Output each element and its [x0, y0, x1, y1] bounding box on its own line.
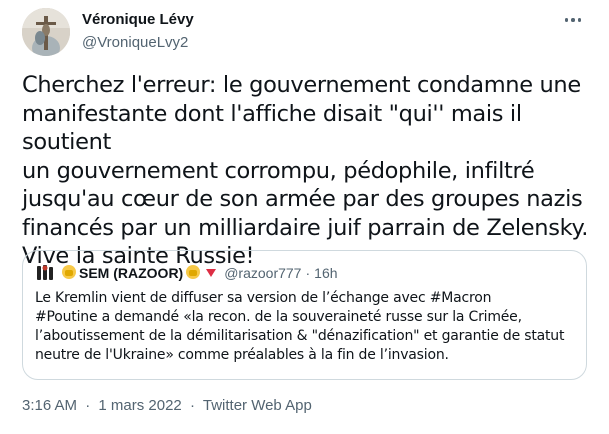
- fist-emoji-icon: [185, 264, 201, 283]
- author-display-name[interactable]: Véronique Lévy: [82, 10, 194, 30]
- author-block: Véronique Lévy @VroniqueLvy2: [82, 10, 194, 53]
- quoted-separator: ·: [305, 265, 311, 281]
- quoted-avatar[interactable]: [35, 263, 55, 283]
- avatar[interactable]: [22, 8, 70, 56]
- tweet-source[interactable]: Twitter Web App: [203, 397, 312, 414]
- quoted-tweet-header: SEM (RAZOOR) @razoor777 · 16h: [35, 263, 338, 283]
- tweet-metadata: 3:16 AM · 1 mars 2022 · Twitter Web App: [22, 396, 312, 416]
- meta-separator: ·: [189, 397, 195, 414]
- meta-separator: ·: [85, 397, 91, 414]
- tweet-time[interactable]: 3:16 AM: [22, 397, 77, 414]
- quoted-author-name-text: SEM (RAZOOR): [79, 265, 184, 281]
- author-handle[interactable]: @VroniqueLvy2: [82, 33, 194, 53]
- red-triangle-down-icon: [205, 265, 217, 281]
- more-options-button[interactable]: [559, 10, 587, 30]
- quoted-avatar-icon: [37, 265, 53, 280]
- quoted-tweet[interactable]: SEM (RAZOOR) @razoor777 · 16h Le Kremlin…: [22, 250, 587, 380]
- tweet-text: Cherchez l'erreur: le gouvernement conda…: [22, 72, 589, 269]
- tweet: Véronique Lévy @VroniqueLvy2 Cherchez l'…: [0, 0, 609, 434]
- quoted-timestamp[interactable]: 16h: [314, 265, 337, 281]
- avatar-image: [22, 8, 70, 56]
- fist-emoji-icon: [61, 264, 77, 283]
- tweet-date[interactable]: 1 mars 2022: [98, 397, 181, 414]
- quoted-author-handle[interactable]: @razoor777: [224, 265, 301, 281]
- more-horizontal-icon: [564, 18, 569, 22]
- quoted-tweet-text: Le Kremlin vient de diffuser sa version …: [35, 290, 565, 363]
- quoted-author-name[interactable]: SEM (RAZOOR): [59, 264, 219, 283]
